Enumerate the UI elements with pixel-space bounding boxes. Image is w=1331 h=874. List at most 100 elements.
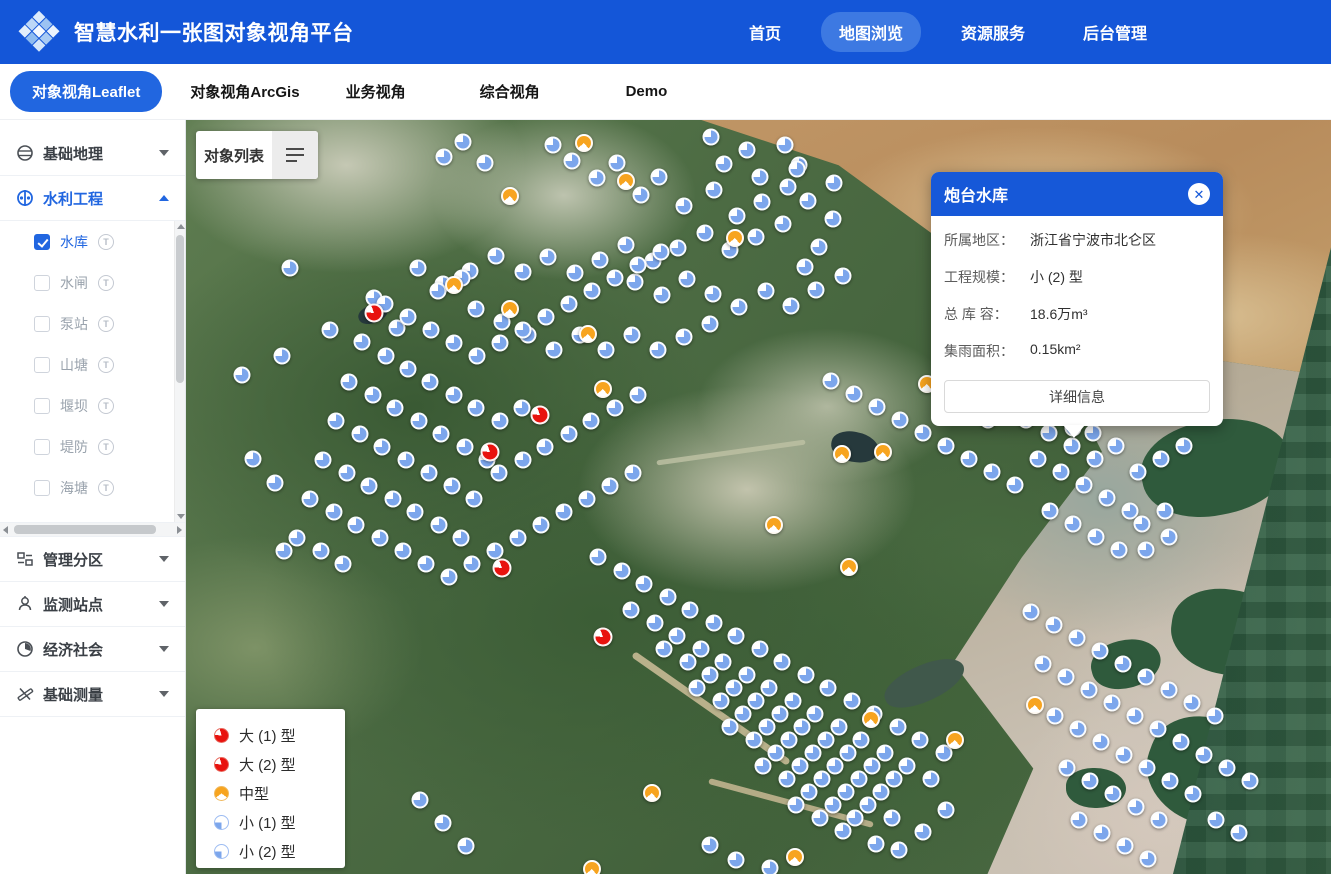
reservoir-marker-small[interactable] [1071,812,1088,829]
reservoir-marker-small[interactable] [453,530,470,547]
reservoir-marker-small[interactable] [1069,630,1086,647]
reservoir-marker-small[interactable] [407,504,424,521]
seawall-checkbox[interactable] [34,480,50,496]
reservoir-marker-small[interactable] [624,327,641,344]
reservoir-marker-small[interactable] [739,667,756,684]
reservoir-marker-small[interactable] [752,641,769,658]
reservoir-marker-small[interactable] [1059,760,1076,777]
reservoir-marker-small[interactable] [514,400,531,417]
reservoir-marker-small[interactable] [1047,708,1064,725]
reservoir-marker-small[interactable] [923,771,940,788]
reservoir-marker-small[interactable] [540,249,557,266]
reservoir-marker-small[interactable] [455,134,472,151]
reservoir-marker-small[interactable] [464,556,481,573]
reservoir-marker-small[interactable] [697,225,714,242]
reservoir-marker-small[interactable] [488,248,505,265]
reservoir-marker-small[interactable] [633,187,650,204]
reservoir-marker-small[interactable] [556,504,573,521]
nav-item-resource-service[interactable]: 资源服务 [943,12,1043,52]
reservoir-marker-small[interactable] [762,860,779,874]
reservoir-marker-small[interactable] [702,316,719,333]
reservoir-marker-small[interactable] [1030,451,1047,468]
reservoir-marker-small[interactable] [423,322,440,339]
reservoir-marker-small[interactable] [805,745,822,762]
reservoir-marker-small[interactable] [636,576,653,593]
reservoir-marker-small[interactable] [1127,708,1144,725]
reservoir-marker-small[interactable] [789,161,806,178]
tab-composite-view[interactable]: 综合视角 [480,81,540,102]
sidebar-group-basemap[interactable]: 基础地理 [0,131,185,176]
reservoir-marker-small[interactable] [1138,669,1155,686]
reservoir-marker-small[interactable] [412,792,429,809]
reservoir-marker-small[interactable] [915,425,932,442]
reservoir-marker-small[interactable] [335,556,352,573]
reservoir-marker-medium[interactable] [862,710,880,728]
reservoir-marker-small[interactable] [1111,542,1128,559]
reservoir-marker-small[interactable] [322,322,339,339]
reservoir-marker-small[interactable] [825,797,842,814]
reservoir-marker-small[interactable] [515,452,532,469]
sidebar-group-admin-zones[interactable]: 管理分区 [0,537,185,582]
reservoir-marker-small[interactable] [984,464,1001,481]
reservoir-marker-small[interactable] [801,784,818,801]
reservoir-marker-small[interactable] [825,211,842,228]
reservoir-marker-small[interactable] [729,208,746,225]
reservoir-marker-small[interactable] [702,837,719,854]
reservoir-marker-small[interactable] [768,745,785,762]
reservoir-marker-small[interactable] [703,129,720,146]
reservoir-marker-small[interactable] [759,719,776,736]
reservoir-marker-small[interactable] [515,264,532,281]
reservoir-marker-small[interactable] [772,706,789,723]
reservoir-marker-small[interactable] [938,438,955,455]
reservoir-marker-small[interactable] [818,732,835,749]
reservoir-marker-small[interactable] [891,842,908,859]
reservoir-marker-small[interactable] [780,179,797,196]
reservoir-marker-small[interactable] [537,439,554,456]
reservoir-marker-small[interactable] [1076,477,1093,494]
reservoir-marker-small[interactable] [1173,734,1190,751]
weir-checkbox[interactable] [34,398,50,414]
reservoir-marker-small[interactable] [410,260,427,277]
reservoir-marker-small[interactable] [1157,503,1174,520]
reservoir-marker-small[interactable] [680,654,697,671]
object-list-toggle-button[interactable] [272,131,318,179]
mountain-pond-checkbox[interactable] [34,357,50,373]
reservoir-marker-small[interactable] [647,615,664,632]
reservoir-marker-small[interactable] [1150,721,1167,738]
reservoir-marker-small[interactable] [702,667,719,684]
reservoir-marker-small[interactable] [487,543,504,560]
reservoir-marker-small[interactable] [847,810,864,827]
reservoir-marker-large[interactable] [365,304,384,323]
reservoir-marker-small[interactable] [589,170,606,187]
reservoir-marker-medium[interactable] [643,784,661,802]
reservoir-marker-small[interactable] [1140,851,1157,868]
reservoir-marker-small[interactable] [1058,669,1075,686]
reservoir-marker-small[interactable] [739,142,756,159]
reservoir-marker-small[interactable] [1153,451,1170,468]
close-icon[interactable]: ✕ [1188,183,1210,205]
reservoir-marker-small[interactable] [561,296,578,313]
reservoir-marker-small[interactable] [899,758,916,775]
object-list-control[interactable]: 对象列表 [196,131,318,179]
reservoir-marker-small[interactable] [807,706,824,723]
reservoir-marker-small[interactable] [446,387,463,404]
reservoir-marker-small[interactable] [831,719,848,736]
reservoir-marker-small[interactable] [625,465,642,482]
sidebar-group-economy-society[interactable]: 经济社会 [0,627,185,672]
reservoir-marker-small[interactable] [411,413,428,430]
horizontal-scrollbar[interactable] [0,523,185,537]
reservoir-marker-large[interactable] [493,559,512,578]
reservoir-marker-small[interactable] [492,413,509,430]
reservoir-marker-small[interactable] [775,216,792,233]
reservoir-marker-small[interactable] [538,309,555,326]
reservoir-marker-small[interactable] [838,784,855,801]
reservoir-marker-small[interactable] [1088,529,1105,546]
reservoir-marker-small[interactable] [510,530,527,547]
reservoir-marker-small[interactable] [938,802,955,819]
reservoir-marker-small[interactable] [706,182,723,199]
reservoir-marker-small[interactable] [1065,516,1082,533]
reservoir-marker-small[interactable] [466,491,483,508]
reservoir-marker-medium[interactable] [726,229,744,247]
reservoir-marker-small[interactable] [873,784,890,801]
layer-item-sluice[interactable]: 水闸 T [0,262,185,303]
